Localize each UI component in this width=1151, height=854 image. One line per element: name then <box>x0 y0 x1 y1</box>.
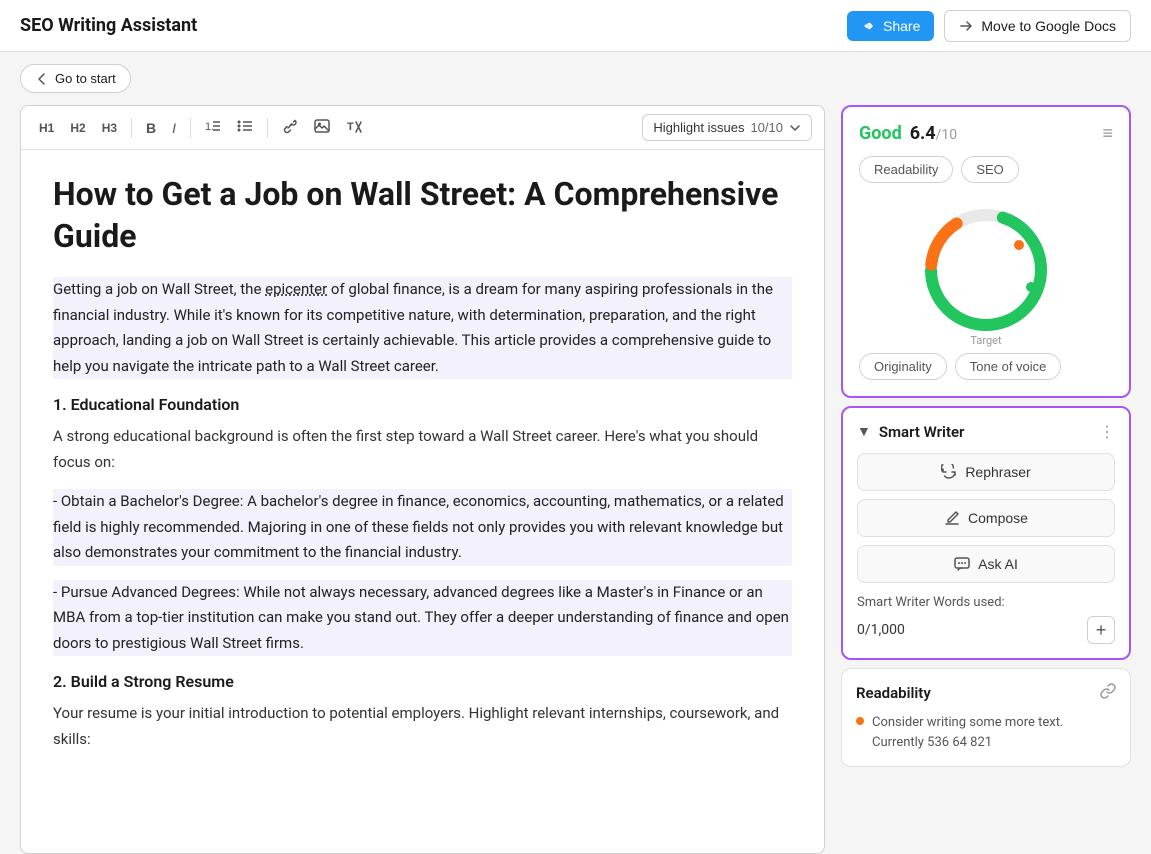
header-actions: Share Move to Google Docs <box>847 10 1131 42</box>
editor-container: H1 H2 H3 B I 1. <box>20 105 825 854</box>
underline-word-epicenter: epicenter <box>265 280 327 298</box>
article-title: How to Get a Job on Wall Street: A Compr… <box>53 174 792 257</box>
unordered-list-icon <box>237 118 253 134</box>
smart-writer-title: Smart Writer <box>879 423 965 441</box>
app-title: SEO Writing Assistant <box>20 15 197 36</box>
sub-header: Go to start <box>0 52 1151 105</box>
words-used-count: 0/1,000 <box>857 622 905 638</box>
header: SEO Writing Assistant Share Move to Goog… <box>0 0 1151 52</box>
words-used-label: Smart Writer Words used: <box>857 595 1115 610</box>
readability-tip: Consider writing some more text. Current… <box>856 713 1116 752</box>
bold-button[interactable]: B <box>140 116 162 140</box>
ordered-list-icon: 1. <box>205 118 221 134</box>
toolbar-separator-1 <box>131 118 132 138</box>
target-label: Target <box>970 334 1001 347</box>
score-header: Good 6.4/10 ≡ <box>859 123 1113 144</box>
smart-writer-menu-icon[interactable]: ⋮ <box>1099 422 1115 441</box>
add-words-button[interactable]: + <box>1087 616 1115 644</box>
toolbar-separator-3 <box>267 118 268 138</box>
share-button[interactable]: Share <box>847 11 934 41</box>
chevron-down-icon <box>789 122 801 134</box>
image-icon <box>314 118 330 134</box>
compose-button[interactable]: Compose <box>857 499 1115 537</box>
tip-dot-orange <box>856 717 864 725</box>
readability-card: Readability Consider writing some more t… <box>841 668 1131 767</box>
words-used-row: 0/1,000 + <box>857 616 1115 644</box>
chart-container: Target <box>859 195 1113 345</box>
ask-ai-button[interactable]: Ask AI <box>857 545 1115 583</box>
google-docs-button[interactable]: Move to Google Docs <box>944 10 1131 42</box>
unordered-list-button[interactable] <box>231 114 259 141</box>
clear-format-icon: T <box>346 118 362 134</box>
rephraser-icon <box>941 464 957 480</box>
h3-button[interactable]: H3 <box>96 117 123 139</box>
smart-writer-title-row: ▼ Smart Writer <box>857 423 964 441</box>
smart-writer-header: ▼ Smart Writer ⋮ <box>857 422 1115 441</box>
bullet2: - Pursue Advanced Degrees: While not alw… <box>53 580 792 657</box>
readability-link-icon[interactable] <box>1100 683 1116 703</box>
score-chart <box>911 195 1061 345</box>
highlight-issues-button[interactable]: Highlight issues 10/10 <box>642 114 812 141</box>
score-card: Good 6.4/10 ≡ Readability SEO <box>841 105 1131 398</box>
score-tabs: Readability SEO <box>859 156 1113 183</box>
score-value-row: Good 6.4/10 <box>859 123 957 144</box>
score-bottom-tabs: Originality Tone of voice <box>859 353 1113 380</box>
go-to-start-button[interactable]: Go to start <box>20 64 131 93</box>
readability-title: Readability <box>856 684 931 702</box>
link-icon <box>282 118 298 134</box>
arrow-left-icon <box>35 72 49 86</box>
bullet1: - Obtain a Bachelor's Degree: A bachelor… <box>53 489 792 566</box>
image-button[interactable] <box>308 114 336 141</box>
section1-heading: 1. Educational Foundation <box>53 395 792 414</box>
editor-toolbar: H1 H2 H3 B I 1. <box>21 106 824 150</box>
share-icon <box>861 18 877 34</box>
ordered-list-button[interactable]: 1. <box>199 114 227 141</box>
section2-heading: 2. Build a Strong Resume <box>53 672 792 691</box>
seo-tab[interactable]: SEO <box>961 156 1018 183</box>
rephraser-button[interactable]: Rephraser <box>857 453 1115 491</box>
smart-writer-card: ▼ Smart Writer ⋮ Rephraser Compose <box>841 406 1131 660</box>
chevron-icon[interactable]: ▼ <box>857 423 871 440</box>
readability-tab[interactable]: Readability <box>859 156 953 183</box>
export-icon <box>959 18 975 34</box>
svg-text:T: T <box>347 121 354 133</box>
section1-para: A strong educational background is often… <box>53 424 792 475</box>
compose-icon <box>944 510 960 526</box>
tone-of-voice-tab[interactable]: Tone of voice <box>955 353 1062 380</box>
h1-button[interactable]: H1 <box>33 117 60 139</box>
right-panel: Good 6.4/10 ≡ Readability SEO <box>841 105 1131 854</box>
intro-paragraph: Getting a job on Wall Street, the epicen… <box>53 277 792 379</box>
svg-text:1.: 1. <box>205 121 214 133</box>
chain-link-icon <box>1100 683 1116 699</box>
ask-ai-icon <box>954 556 970 572</box>
score-menu-icon[interactable]: ≡ <box>1102 123 1113 144</box>
editor-content[interactable]: How to Get a Job on Wall Street: A Compr… <box>21 150 824 853</box>
clear-format-button[interactable]: T <box>340 114 368 141</box>
h2-button[interactable]: H2 <box>64 117 91 139</box>
toolbar-separator-2 <box>190 118 191 138</box>
section2-para: Your resume is your initial introduction… <box>53 701 792 752</box>
readability-header: Readability <box>856 683 1116 703</box>
main-layout: H1 H2 H3 B I 1. <box>0 105 1151 854</box>
link-button[interactable] <box>276 114 304 141</box>
originality-tab[interactable]: Originality <box>859 353 947 380</box>
italic-button[interactable]: I <box>166 116 182 140</box>
